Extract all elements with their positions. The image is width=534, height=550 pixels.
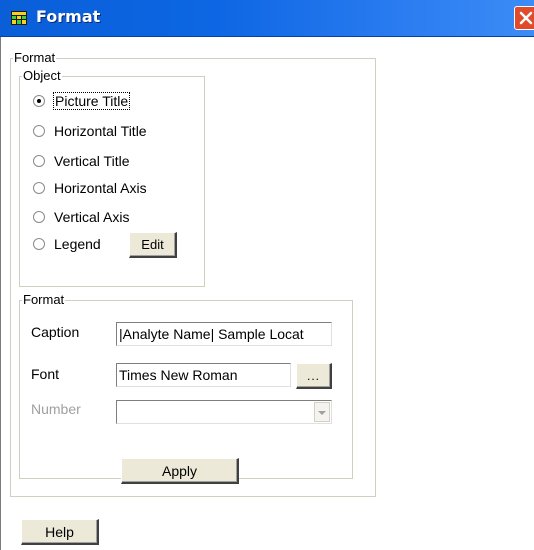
radio-horizontal-axis[interactable]: Horizontal Axis (33, 178, 148, 198)
font-label: Font (31, 366, 60, 382)
radio-button[interactable] (33, 211, 45, 223)
radio-picture-title[interactable]: Picture Title (33, 91, 131, 111)
help-button[interactable]: Help (21, 519, 99, 545)
chevron-down-icon[interactable] (314, 402, 330, 422)
radio-button[interactable] (33, 182, 45, 194)
radio-button[interactable] (33, 95, 45, 107)
radio-label[interactable]: Legend (53, 236, 102, 252)
close-button[interactable] (514, 6, 534, 30)
inner-format-legend: Format (23, 292, 65, 307)
grid-app-icon (11, 11, 27, 25)
edit-button[interactable]: Edit (129, 232, 177, 258)
radio-legend[interactable]: Legend (33, 234, 102, 254)
number-select[interactable] (116, 400, 332, 424)
radio-horizontal-title[interactable]: Horizontal Title (33, 121, 148, 141)
window-title: Format (36, 7, 101, 26)
radio-label[interactable]: Vertical Axis (53, 209, 130, 225)
radio-vertical-axis[interactable]: Vertical Axis (33, 207, 130, 227)
title-bar[interactable]: Format (0, 0, 534, 37)
format-outer-legend: Format (14, 50, 56, 65)
apply-button[interactable]: Apply (121, 458, 239, 484)
radio-label[interactable]: Horizontal Axis (53, 180, 148, 196)
dialog-body: Format Object Picture Title Horizontal T… (0, 37, 534, 550)
radio-label[interactable]: Vertical Title (53, 153, 130, 169)
caption-input[interactable]: |Analyte Name| Sample Locat (116, 322, 332, 346)
radio-button[interactable] (33, 125, 45, 137)
close-icon (519, 11, 533, 25)
font-input[interactable]: Times New Roman (116, 363, 291, 387)
radio-button[interactable] (33, 238, 45, 250)
font-browse-button[interactable]: ... (296, 363, 332, 389)
caption-label: Caption (31, 324, 80, 340)
radio-label[interactable]: Horizontal Title (53, 123, 148, 139)
radio-button[interactable] (33, 155, 45, 167)
radio-vertical-title[interactable]: Vertical Title (33, 151, 130, 171)
object-group-legend: Object (23, 68, 61, 83)
radio-label[interactable]: Picture Title (53, 92, 131, 110)
number-label: Number (31, 401, 81, 417)
